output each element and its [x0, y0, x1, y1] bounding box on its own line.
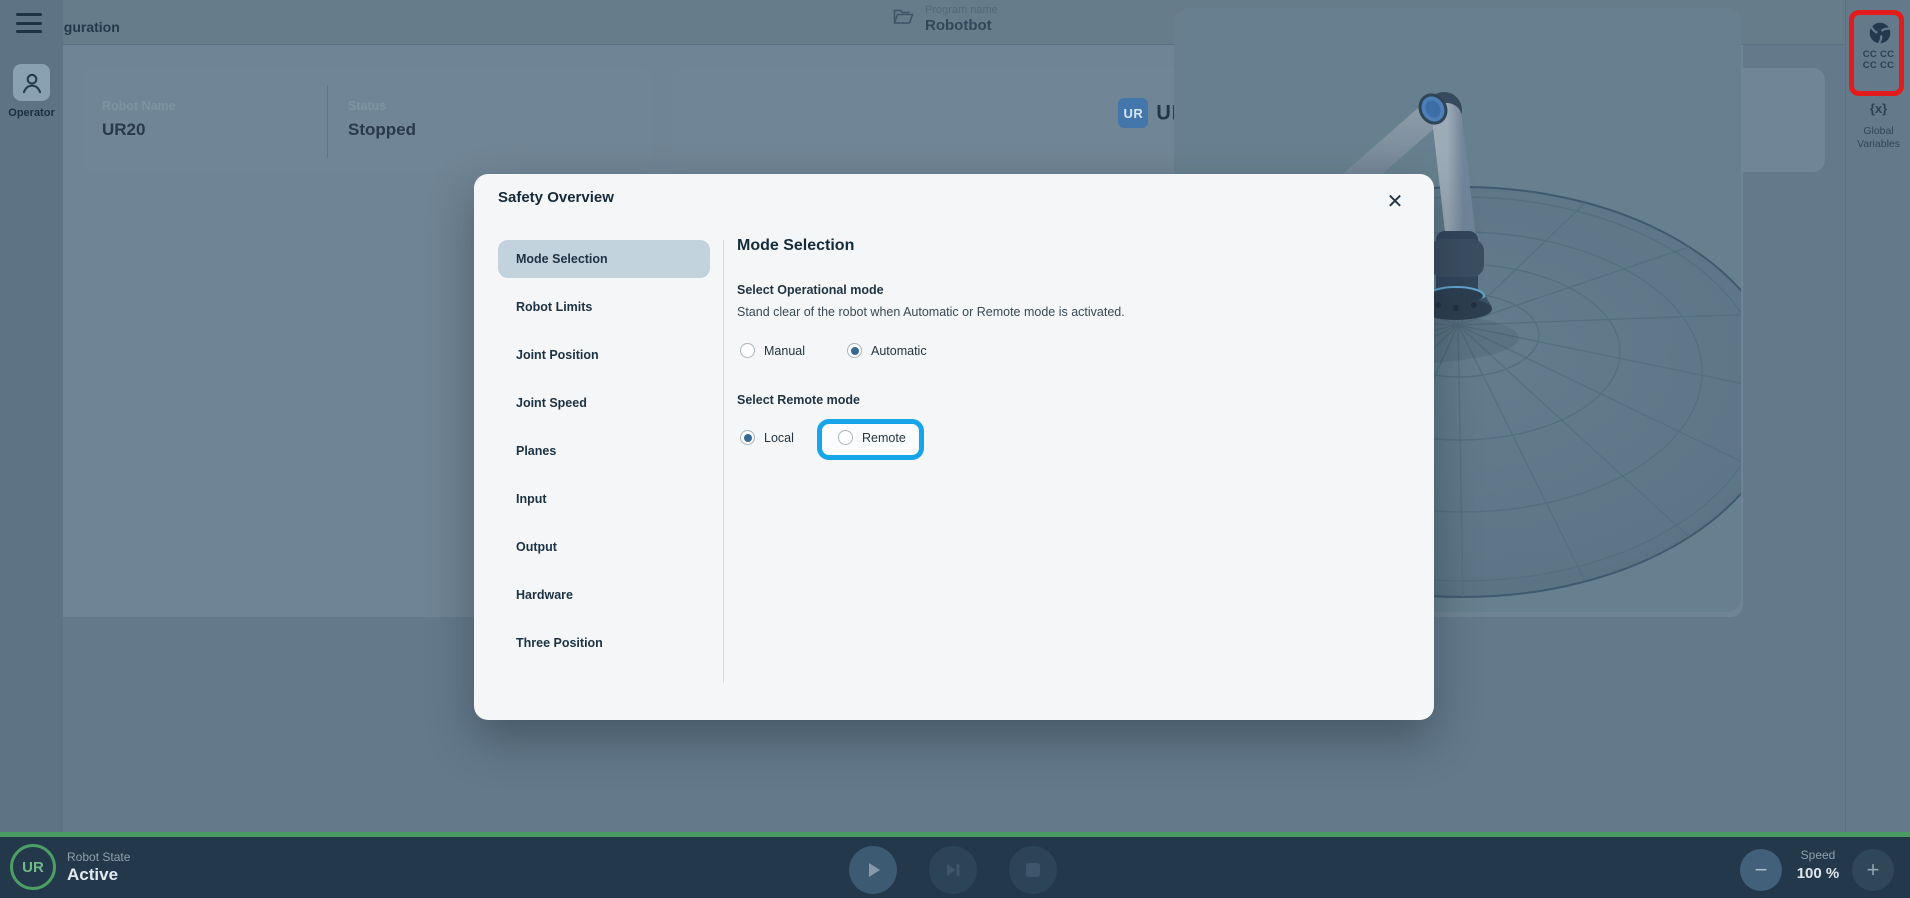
close-icon[interactable]: ✕ — [1378, 184, 1412, 218]
nav-item-planes[interactable]: Planes — [498, 432, 710, 470]
nav-item-joint-position[interactable]: Joint Position — [498, 336, 710, 374]
status-value: Stopped — [348, 120, 416, 140]
speed-decrease-button[interactable]: − — [1740, 849, 1782, 891]
radio-automatic[interactable] — [847, 343, 862, 358]
person-icon — [19, 70, 45, 96]
nav-item-robot-limits[interactable]: Robot Limits — [498, 288, 710, 326]
operator-avatar[interactable] — [13, 64, 50, 101]
operational-mode-description: Stand clear of the robot when Automatic … — [737, 305, 1125, 319]
operator-label: Operator — [0, 107, 63, 119]
ur-footer-logo: UR — [10, 844, 56, 890]
global-variables-label: Global Variables — [1846, 125, 1910, 151]
nav-item-three-position[interactable]: Three Position — [498, 624, 710, 662]
play-button[interactable] — [849, 846, 897, 894]
remote-mode-options: Local Remote — [737, 430, 1377, 450]
stop-icon — [1024, 861, 1042, 879]
hamburger-menu-icon[interactable] — [16, 13, 42, 33]
radio-option-manual[interactable]: Manual — [740, 343, 805, 358]
speed-increase-button[interactable]: + — [1852, 849, 1894, 891]
radio-option-local[interactable]: Local — [740, 430, 794, 445]
robot-state-label: Robot State — [67, 850, 130, 864]
app-screen: Program name Robotbot Robot Name UR20 St… — [0, 0, 1910, 898]
right-sidebar: CC CC CC CC {x} Global Variables — [1845, 0, 1910, 832]
speed-label: Speed — [1786, 848, 1850, 862]
ur-logo-mark: UR — [1118, 98, 1148, 128]
radio-remote[interactable] — [838, 430, 853, 445]
stop-button[interactable] — [1009, 846, 1057, 894]
radio-option-remote[interactable]: Remote — [838, 430, 906, 445]
radio-option-automatic[interactable]: Automatic — [847, 343, 927, 358]
panel-heading: Mode Selection — [737, 237, 854, 255]
robot-state-value: Active — [67, 865, 118, 885]
modal-nav: Mode Selection Robot Limits Joint Positi… — [498, 240, 710, 672]
robot-name-value: UR20 — [102, 120, 176, 140]
skip-button[interactable] — [929, 846, 977, 894]
robot-status-card: Robot Name UR20 Status Stopped — [82, 68, 651, 172]
modal-title: Safety Overview — [498, 189, 614, 206]
global-variables-icon[interactable]: {x} — [1846, 101, 1910, 116]
modal-divider — [723, 240, 724, 683]
safety-overview-modal: Safety Overview ✕ Mode Selection Robot L… — [474, 174, 1434, 720]
robot-name-label: Robot Name — [102, 99, 176, 113]
program-name-value: Robotbot — [925, 17, 998, 34]
play-icon — [863, 860, 883, 880]
left-sidebar: Operator — [0, 0, 63, 832]
speed-display: Speed 100 % — [1786, 848, 1850, 882]
operational-mode-options: Manual Automatic — [737, 343, 1377, 363]
nav-item-mode-selection[interactable]: Mode Selection — [498, 240, 710, 278]
nav-item-output[interactable]: Output — [498, 528, 710, 566]
remote-mode-label: Select Remote mode — [737, 393, 860, 407]
card-divider — [327, 85, 328, 158]
nav-item-joint-speed[interactable]: Joint Speed — [498, 384, 710, 422]
nav-item-hardware[interactable]: Hardware — [498, 576, 710, 614]
program-name-label: Program name — [925, 4, 998, 16]
highlight-box-safety-checksum — [1849, 10, 1904, 96]
program-info[interactable]: Program name Robotbot — [891, 4, 998, 34]
radio-local[interactable] — [740, 430, 755, 445]
skip-icon — [943, 860, 963, 880]
folder-icon — [891, 4, 915, 28]
speed-value: 100 % — [1786, 865, 1850, 882]
footer-bar: UR Robot State Active − Speed 100 % + — [0, 837, 1910, 898]
nav-item-input[interactable]: Input — [498, 480, 710, 518]
radio-manual[interactable] — [740, 343, 755, 358]
status-label: Status — [348, 99, 416, 113]
operational-mode-label: Select Operational mode — [737, 283, 884, 297]
mode-selection-panel: Mode Selection Select Operational mode S… — [737, 237, 1407, 687]
